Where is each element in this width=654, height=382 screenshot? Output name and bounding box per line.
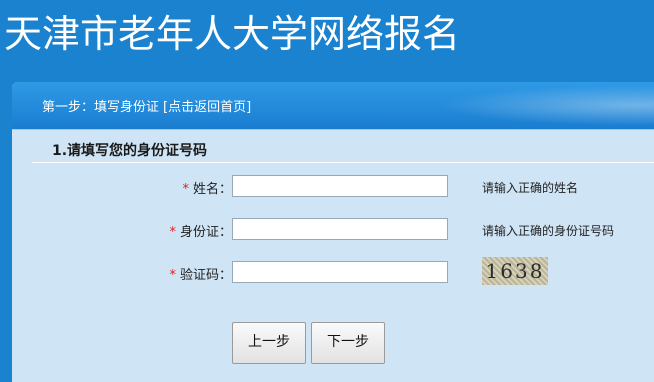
captcha-label: * 验证码： [169,264,232,283]
section-title: 1.请填写您的身份证号码 [52,143,208,159]
name-label-text: 姓名： [192,182,232,197]
step-indicator: 第一步：填写身份证 [点击返回首页] [42,96,251,115]
section-bar: 1.请填写您的身份证号码 [32,136,654,163]
required-mark: * [169,225,176,240]
captcha-row: * 验证码： 1638 [12,257,654,285]
required-mark: * [169,268,176,283]
name-hint: 请输入正确的姓名 [482,181,579,195]
id-card-label-text: 身份证： [179,225,232,240]
captcha-image[interactable]: 1638 [482,257,548,285]
prev-step-button[interactable]: 上一步 [232,322,306,364]
site-title: 天津市老年人大学网络报名 [4,12,461,56]
id-card-label: * 身份证： [169,221,232,240]
name-input[interactable] [232,175,448,197]
id-card-hint: 请输入正确的身份证号码 [482,224,615,238]
next-step-button[interactable]: 下一步 [311,322,385,364]
registration-panel: 第一步：填写身份证 [点击返回首页] 1.请填写您的身份证号码 * 姓名： 请输入正… [12,82,654,382]
return-home-link[interactable]: [点击返回首页] [163,100,251,115]
id-card-input[interactable] [232,218,448,240]
panel-header: 第一步：填写身份证 [点击返回首页] [12,82,654,130]
captcha-input[interactable] [232,261,448,283]
required-mark: * [182,182,189,197]
id-card-row: * 身份证： 请输入正确的身份证号码 [12,218,654,242]
name-label: * 姓名： [182,178,232,197]
step-text: 第一步：填写身份证 [42,100,160,115]
name-row: * 姓名： 请输入正确的姓名 [12,175,654,199]
captcha-label-text: 验证码： [179,268,232,283]
